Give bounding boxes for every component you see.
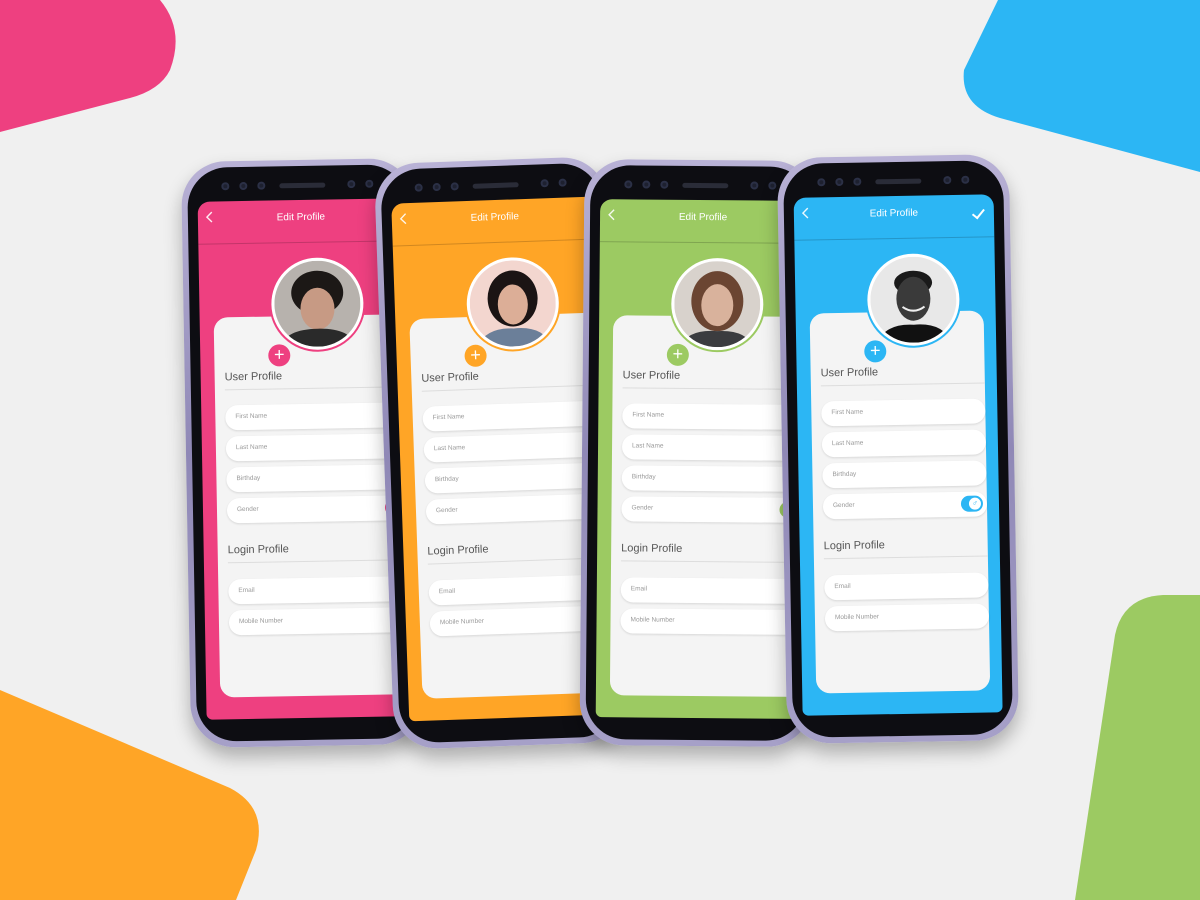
- user-profile-heading: User Profile: [421, 370, 480, 385]
- gender-field: Gender ♂: [822, 491, 988, 520]
- user-profile-heading: User Profile: [820, 366, 879, 380]
- user-profile-heading: User Profile: [224, 370, 283, 384]
- birthday-input[interactable]: Birthday: [621, 465, 807, 493]
- birthday-placeholder: Birthday: [236, 474, 261, 483]
- email-placeholder: Email: [630, 585, 648, 593]
- birthday-input[interactable]: Birthday: [822, 460, 987, 489]
- screen: Edit Profile + User Profile First Name L…: [595, 199, 807, 719]
- green-decor-shape: [1075, 595, 1200, 900]
- last-name-placeholder: Last Name: [632, 442, 664, 450]
- phone-bezel: Edit Profile + User Profile First Name L…: [585, 165, 811, 741]
- header-divider: [599, 241, 806, 244]
- login-profile-heading: Login Profile: [227, 543, 289, 557]
- email-input[interactable]: Email: [228, 575, 413, 605]
- email-input[interactable]: Email: [824, 572, 989, 601]
- mobile-number-input[interactable]: Mobile Number: [824, 603, 990, 632]
- last-name-placeholder: Last Name: [235, 443, 268, 452]
- last-name-input[interactable]: Last Name: [821, 429, 987, 458]
- first-name-placeholder: First Name: [632, 411, 665, 419]
- page-title: Edit Profile: [678, 211, 728, 224]
- blue-decor-shape: [963, 0, 1200, 172]
- mobile-placeholder: Mobile Number: [439, 617, 485, 627]
- phone-sensors: [187, 176, 407, 194]
- user-profile-heading: User Profile: [622, 369, 681, 382]
- gender-label: Gender: [236, 505, 259, 514]
- first-name-placeholder: First Name: [235, 412, 268, 421]
- first-name-placeholder: First Name: [831, 408, 864, 417]
- email-placeholder: Email: [238, 586, 255, 595]
- gender-toggle[interactable]: ♂: [960, 495, 984, 512]
- screen: Edit Profile + User Profile First Name L…: [793, 194, 1003, 716]
- birthday-placeholder: Birthday: [631, 473, 656, 481]
- mobile-number-input[interactable]: Mobile Number: [228, 606, 413, 636]
- last-name-placeholder: Last Name: [433, 444, 466, 453]
- header-divider: [198, 240, 405, 245]
- pink-decor-shape: [0, 0, 176, 132]
- email-placeholder: Email: [834, 582, 851, 591]
- login-profile-heading: Login Profile: [427, 543, 489, 558]
- header-divider: [794, 236, 995, 241]
- first-name-input[interactable]: First Name: [622, 403, 807, 431]
- first-name-input[interactable]: First Name: [821, 398, 986, 427]
- gender-label: Gender: [435, 506, 458, 515]
- avatar[interactable]: [670, 257, 764, 351]
- avatar-photo: [673, 260, 761, 348]
- email-placeholder: Email: [438, 587, 456, 596]
- phone-blue: Edit Profile + User Profile First Name L…: [776, 154, 1020, 744]
- avatar-photo: [273, 259, 362, 348]
- last-name-placeholder: Last Name: [831, 439, 864, 448]
- phone-sensors: [783, 172, 1003, 190]
- phone-sensors: [380, 174, 600, 196]
- login-profile-heading: Login Profile: [621, 542, 683, 555]
- first-name-placeholder: First Name: [432, 413, 465, 422]
- birthday-placeholder: Birthday: [832, 470, 857, 479]
- gender-label: Gender: [832, 501, 855, 510]
- email-input[interactable]: Email: [620, 577, 807, 605]
- header-divider: [392, 238, 599, 247]
- phone-sensors: [590, 177, 810, 193]
- add-photo-button[interactable]: +: [666, 343, 689, 366]
- avatar-photo: [869, 255, 958, 344]
- avatar-photo: [468, 258, 558, 348]
- last-name-input[interactable]: Last Name: [621, 434, 807, 462]
- login-profile-heading: Login Profile: [823, 539, 885, 553]
- gender-label: Gender: [631, 504, 654, 512]
- mobile-placeholder: Mobile Number: [630, 616, 675, 624]
- birthday-placeholder: Birthday: [434, 475, 459, 484]
- mobile-placeholder: Mobile Number: [238, 617, 284, 626]
- gender-field: Gender ♀: [621, 496, 807, 524]
- mobile-placeholder: Mobile Number: [834, 613, 880, 622]
- phone-bezel: Edit Profile + User Profile First Name L…: [783, 160, 1013, 738]
- mobile-number-input[interactable]: Mobile Number: [620, 608, 807, 636]
- gender-male-icon: ♂: [968, 497, 982, 510]
